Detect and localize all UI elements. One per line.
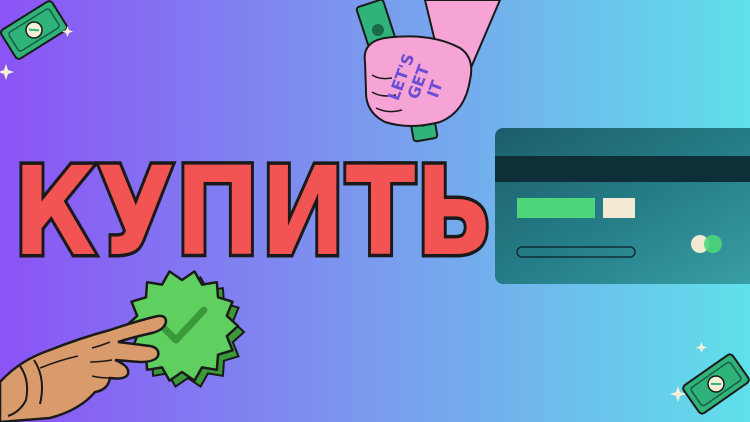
money-bill-icon [670,342,750,415]
thumbnail-canvas: LET'S GET IT КУПИТЬ [0,0,750,422]
